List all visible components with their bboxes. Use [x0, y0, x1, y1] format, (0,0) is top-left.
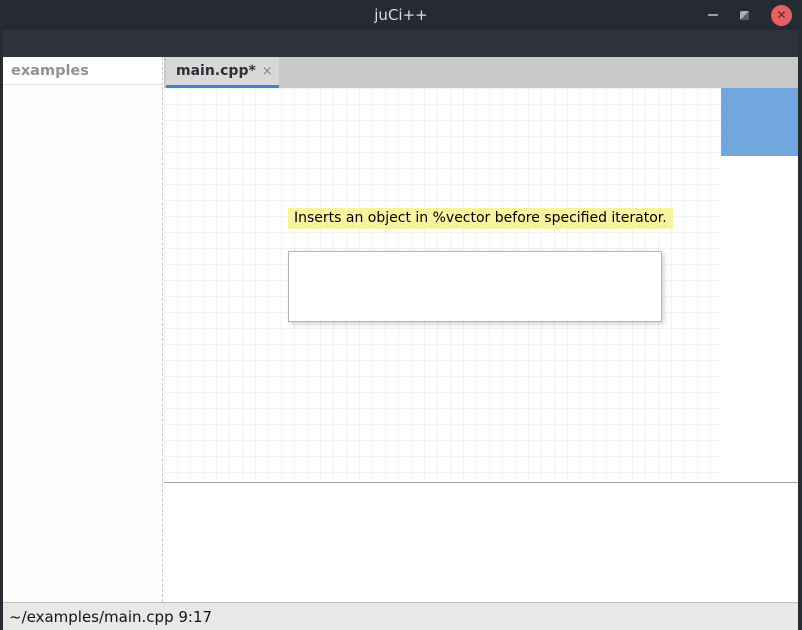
statusbar: ~/examples/main.cpp 9:17	[0, 602, 802, 630]
tab-close-icon[interactable]: ×	[256, 64, 273, 79]
menubar	[0, 30, 802, 57]
titlebar[interactable]: juCi++ ✕	[0, 0, 802, 30]
minimize-icon[interactable]	[708, 14, 718, 16]
tabbar: main.cpp* ×	[164, 57, 798, 88]
project-name-header: examples	[3, 57, 162, 85]
doc-tooltip: Inserts an object in %vector before spec…	[288, 208, 673, 229]
build-output-terminal[interactable]	[164, 483, 798, 602]
maximize-icon[interactable]	[740, 11, 749, 20]
statusbar-file-position: ~/examples/main.cpp 9:17	[9, 608, 212, 626]
tab-main-cpp[interactable]: main.cpp* ×	[166, 57, 279, 88]
window-title: juCi++	[374, 6, 427, 24]
tab-label: main.cpp*	[176, 63, 256, 79]
file-tree-sidebar: examples	[3, 57, 163, 602]
minimap-scrollbar[interactable]	[721, 88, 798, 156]
juci-window: juCi++ ✕ examples main.cpp* × Inserts an…	[0, 0, 802, 630]
code-editor[interactable]: Inserts an object in %vector before spec…	[164, 88, 798, 482]
main-column: main.cpp* × Inserts an object in %vector…	[164, 57, 798, 602]
autocomplete-popup	[288, 251, 662, 322]
close-icon[interactable]: ✕	[771, 5, 792, 26]
window-controls: ✕	[708, 0, 792, 30]
